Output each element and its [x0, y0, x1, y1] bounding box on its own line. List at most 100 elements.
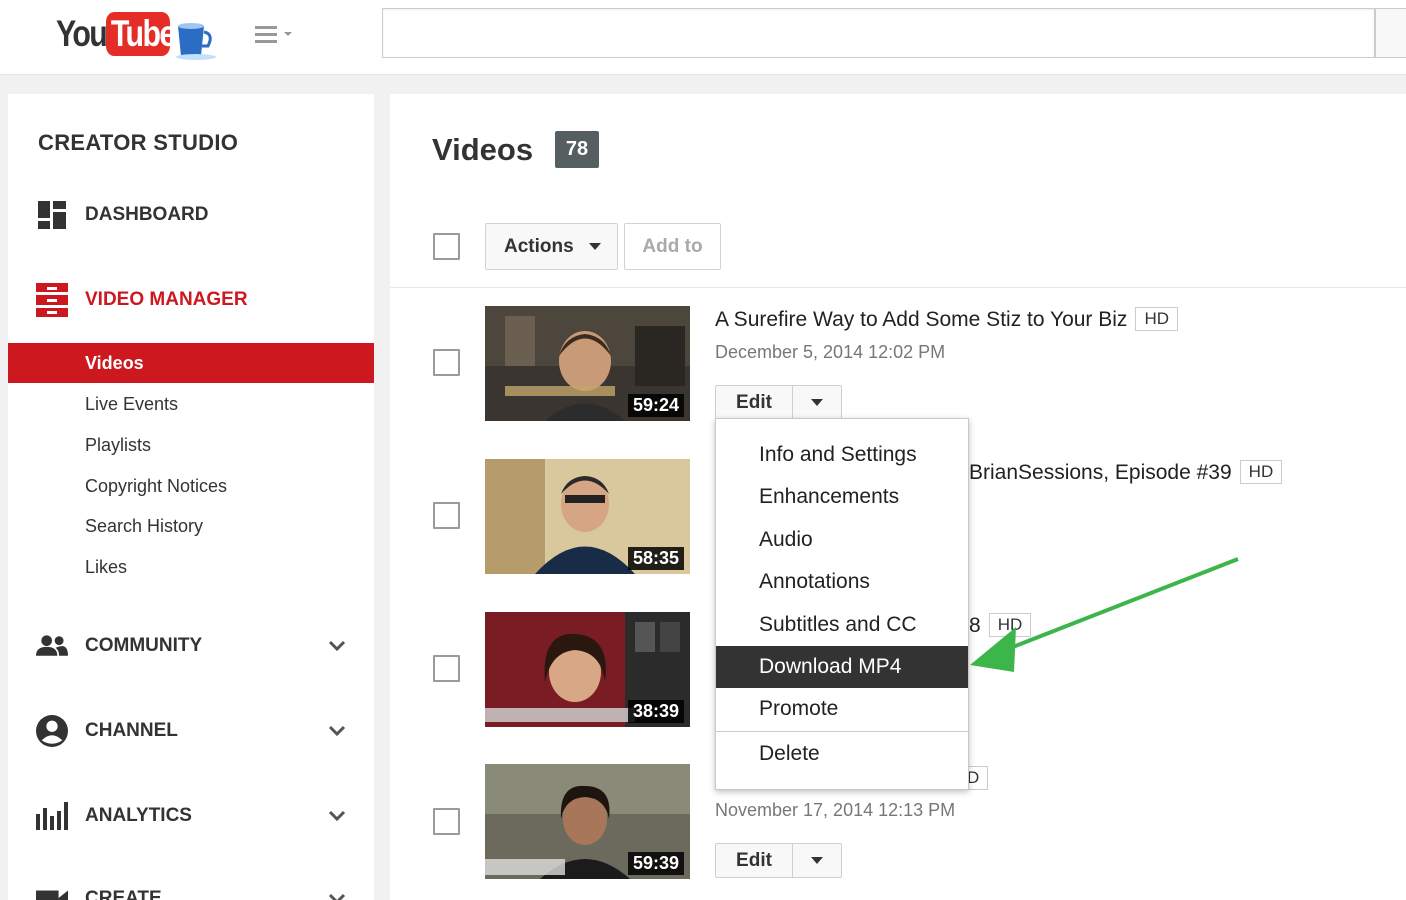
sidebar-item-video-manager[interactable]: VIDEO MANAGER — [8, 280, 374, 320]
sidebar-subitem-likes[interactable]: Likes — [8, 547, 374, 587]
menu-item-label: Delete — [759, 742, 820, 765]
creator-studio-sidebar: CREATOR STUDIO DASHBOARD VIDEO MANAGER V… — [8, 94, 374, 900]
menu-item-delete[interactable]: Delete — [716, 733, 968, 775]
community-icon — [36, 630, 68, 662]
menu-item-info-and-settings[interactable]: Info and Settings — [716, 434, 968, 476]
sidebar-item-label: CHANNEL — [85, 720, 178, 741]
guide-menu-button[interactable] — [255, 24, 295, 46]
sidebar-subitem-label: Copyright Notices — [85, 475, 228, 496]
hd-badge: HD — [1135, 307, 1178, 331]
video-title-text: BrianSessions, Episode #39 — [969, 461, 1232, 484]
video-select-checkbox[interactable] — [433, 502, 460, 529]
menu-item-label: Audio — [759, 528, 813, 551]
sidebar-item-analytics[interactable]: ANALYTICS — [8, 796, 374, 836]
sidebar-subitem-live-events[interactable]: Live Events — [8, 384, 374, 424]
edit-dropdown-menu: Info and Settings Enhancements Audio Ann… — [715, 418, 969, 790]
sidebar-item-label: VIDEO MANAGER — [85, 289, 248, 310]
video-duration: 59:39 — [627, 852, 684, 875]
sidebar-subitem-copyright-notices[interactable]: Copyright Notices — [8, 466, 374, 506]
video-date: November 17, 2014 12:13 PM — [715, 800, 956, 820]
edit-button-group: Edit — [715, 843, 842, 878]
video-manager-icon — [36, 283, 68, 317]
edit-dropdown-button[interactable] — [793, 844, 841, 877]
sidebar-item-create[interactable]: CREATE — [8, 879, 374, 900]
menu-item-label: Info and Settings — [759, 443, 917, 466]
menu-item-label: Download MP4 — [759, 655, 902, 678]
green-annotation-arrow — [970, 557, 1239, 672]
chevron-down-icon[interactable] — [328, 893, 346, 900]
page-title: Videos — [432, 132, 534, 167]
video-thumbnail[interactable]: 59:24 — [485, 306, 690, 421]
video-duration: 58:35 — [627, 547, 684, 570]
chevron-down-icon[interactable] — [328, 810, 346, 822]
sidebar-subitem-playlists[interactable]: Playlists — [8, 425, 374, 465]
edit-dropdown-button[interactable] — [793, 386, 841, 419]
hd-badge: HD — [1239, 460, 1283, 484]
video-select-checkbox[interactable] — [433, 349, 460, 376]
sidebar-title: CREATOR STUDIO — [38, 130, 239, 155]
sidebar-subitem-videos[interactable]: Videos — [8, 343, 374, 383]
video-select-checkbox[interactable] — [433, 655, 460, 682]
video-thumbnail[interactable]: 58:35 — [485, 459, 690, 574]
toolbar-divider — [390, 287, 1406, 288]
create-icon — [36, 883, 68, 900]
sidebar-item-channel[interactable]: CHANNEL — [8, 711, 374, 751]
menu-item-enhancements[interactable]: Enhancements — [716, 476, 968, 518]
add-to-label: Add to — [642, 235, 703, 257]
menu-item-label: Subtitles and CC — [759, 613, 917, 636]
menu-item-subtitles-and-cc[interactable]: Subtitles and CC — [716, 604, 968, 646]
chevron-down-icon[interactable] — [328, 725, 346, 737]
menu-item-download-mp4[interactable]: Download MP4 — [716, 646, 968, 688]
menu-divider — [716, 731, 968, 732]
menu-item-audio[interactable]: Audio — [716, 519, 968, 561]
video-title[interactable]: BrianSessions, Episode #39 HD — [969, 460, 1283, 485]
select-all-checkbox[interactable] — [433, 233, 460, 260]
actions-button[interactable]: Actions — [485, 223, 618, 270]
sidebar-subitem-search-history[interactable]: Search History — [8, 506, 374, 546]
video-select-checkbox[interactable] — [433, 808, 460, 835]
video-title[interactable]: A Surefire Way to Add Some Stiz to Your … — [715, 307, 1178, 332]
edit-button[interactable]: Edit — [716, 844, 793, 877]
youtube-logo[interactable]: You Tube — [56, 12, 216, 60]
sidebar-subitem-label: Live Events — [85, 393, 179, 414]
sidebar-item-label: DASHBOARD — [85, 204, 209, 225]
top-bar: You Tube — [0, 0, 1406, 75]
chevron-down-icon[interactable] — [328, 640, 346, 652]
actions-label: Actions — [504, 235, 574, 257]
holiday-cup-icon — [176, 23, 216, 60]
sidebar-subitem-label: Search History — [85, 515, 204, 536]
logo-tube-text: Tube — [106, 12, 176, 56]
dashboard-icon — [36, 199, 68, 231]
video-duration: 59:24 — [627, 394, 684, 417]
video-duration: 38:39 — [627, 700, 684, 723]
caret-down-icon — [811, 399, 823, 406]
video-title-text: A Surefire Way to Add Some Stiz to Your … — [715, 308, 1128, 331]
sidebar-subitem-label: Likes — [85, 556, 128, 577]
search-button[interactable] — [1375, 8, 1406, 58]
sidebar-item-label: ANALYTICS — [85, 805, 192, 826]
menu-item-label: Promote — [759, 697, 839, 720]
sidebar-subitem-label: Videos — [85, 352, 144, 373]
hamburger-icon — [255, 26, 292, 43]
sidebar-item-community[interactable]: COMMUNITY — [8, 626, 374, 666]
sidebar-subitem-label: Playlists — [85, 434, 152, 455]
search-input[interactable] — [382, 8, 1375, 58]
menu-item-label: Annotations — [759, 570, 870, 593]
edit-button[interactable]: Edit — [716, 386, 793, 419]
add-to-button[interactable]: Add to — [624, 223, 721, 270]
video-count-badge: 78 — [555, 131, 599, 168]
sidebar-item-label: COMMUNITY — [85, 635, 203, 656]
edit-button-group: Edit — [715, 385, 842, 420]
video-date: December 5, 2014 12:02 PM — [715, 342, 946, 362]
video-thumbnail[interactable]: 59:39 — [485, 764, 690, 879]
menu-item-promote[interactable]: Promote — [716, 688, 968, 730]
channel-icon — [36, 715, 68, 747]
video-thumbnail[interactable]: 38:39 — [485, 612, 690, 727]
sidebar-item-dashboard[interactable]: DASHBOARD — [8, 195, 374, 235]
menu-item-annotations[interactable]: Annotations — [716, 561, 968, 603]
menu-item-label: Enhancements — [759, 485, 900, 508]
logo-you-text: You — [56, 13, 108, 54]
caret-down-icon — [811, 857, 823, 864]
sidebar-item-label: CREATE — [85, 888, 162, 900]
analytics-icon — [36, 800, 68, 832]
